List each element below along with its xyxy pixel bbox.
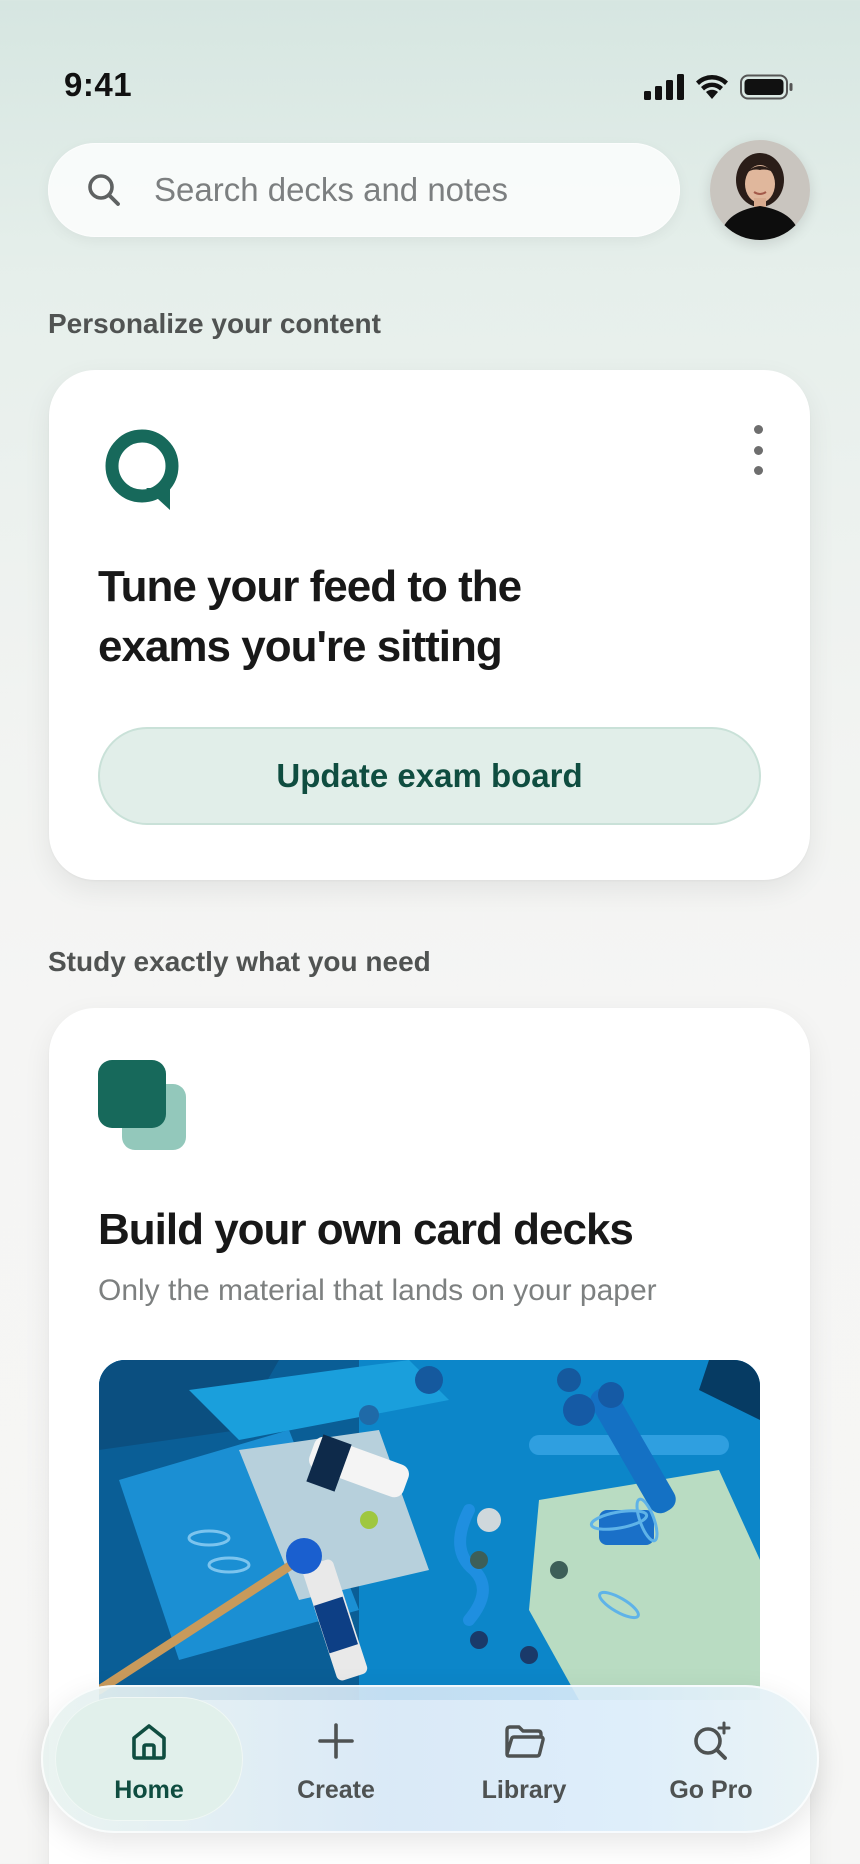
battery-icon [740,74,793,100]
more-options-icon[interactable] [748,425,768,475]
section-label-personalize: Personalize your content [48,308,381,339]
search-sparkle-icon [694,1721,731,1760]
search-icon [88,174,120,206]
tab-library-label: Library [481,1776,567,1804]
folder-icon [505,1725,545,1758]
tab-home-label: Home [114,1776,184,1804]
tab-go-pro-label: Go Pro [669,1776,753,1804]
update-exam-board-button[interactable]: Update exam board [98,727,761,825]
card-stack-icon [98,1060,186,1150]
search-placeholder: Search decks and notes [154,171,509,208]
stationery-photo [99,1360,760,1700]
exam-card-title: Tune your feed to the exams you're sitti… [98,557,618,677]
search-input[interactable]: Search decks and notes [48,143,680,237]
avatar[interactable] [710,140,810,240]
tab-go-pro[interactable]: Go Pro [617,1697,805,1821]
status-icons [644,74,794,100]
profile-photo [710,140,810,240]
status-time: 9:41 [64,66,133,103]
exam-card-title-line1: Tune your feed to the [98,562,522,611]
cellular-signal-icon [644,74,684,100]
tab-create[interactable]: Create [242,1697,430,1821]
section-label-study: Study exactly what you need [48,946,431,977]
tab-create-label: Create [297,1776,375,1804]
exam-board-card: Tune your feed to the exams you're sitti… [49,370,810,880]
decks-card-subtitle: Only the material that lands on your pap… [98,1274,657,1307]
bottom-tab-bar: Home Create Library Go Pro [41,1685,819,1833]
tab-home[interactable]: Home [55,1697,243,1821]
decks-card-title: Build your own card decks [98,1205,634,1254]
plus-icon [318,1723,354,1759]
exam-card-title-line2: exams you're sitting [98,622,503,671]
brand-logo-icon [105,429,179,510]
tab-library[interactable]: Library [430,1697,618,1821]
home-icon [132,1724,166,1760]
wifi-icon [696,75,728,99]
